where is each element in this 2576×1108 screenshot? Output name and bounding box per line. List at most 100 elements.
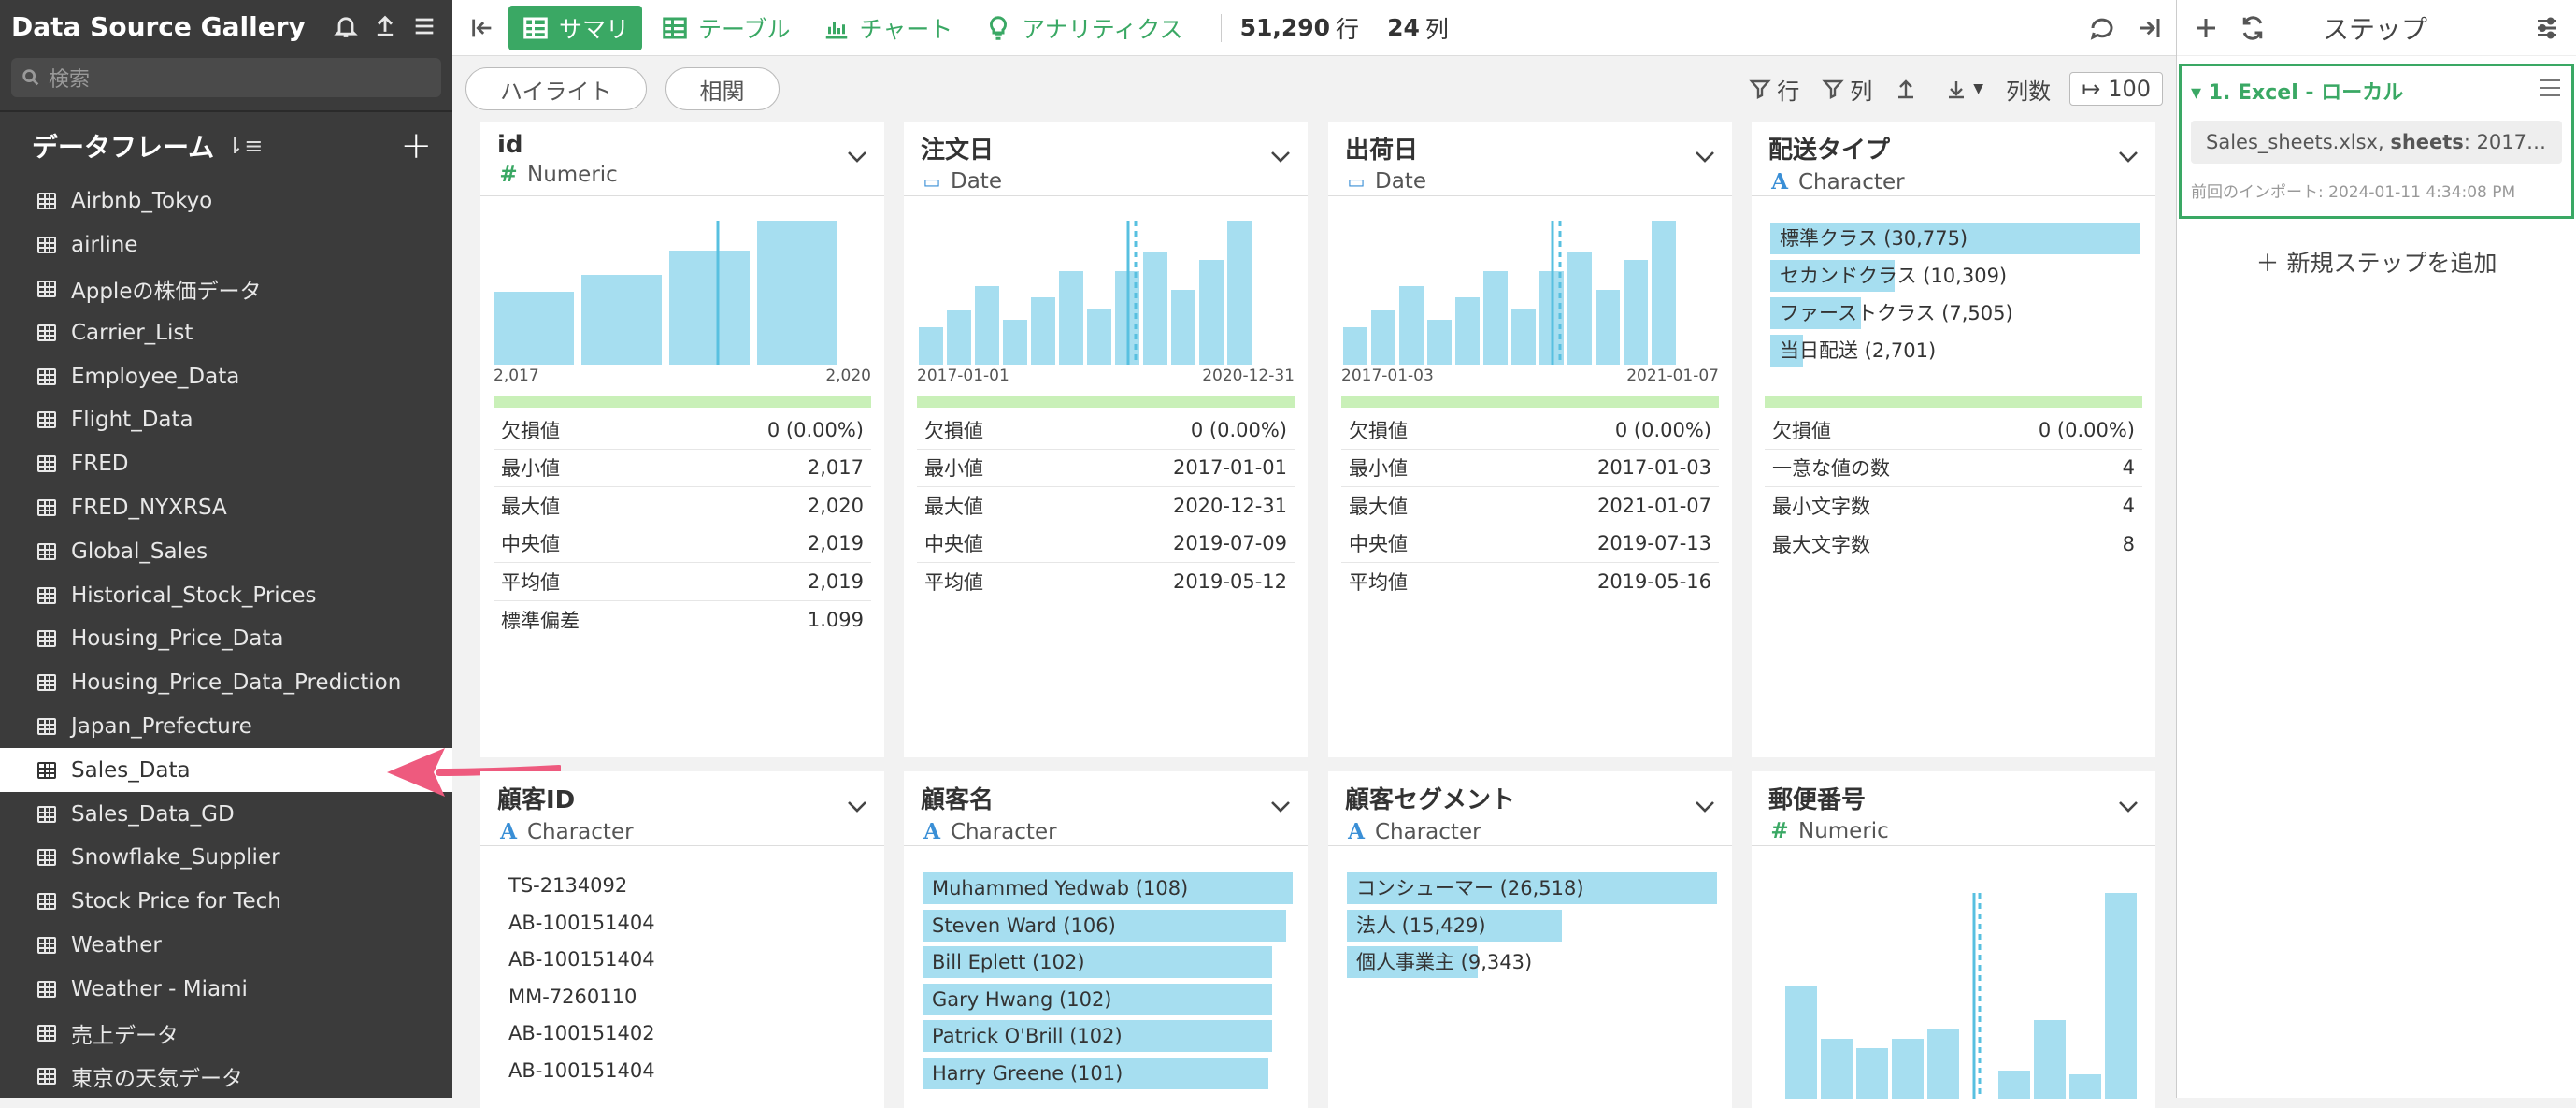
sidebar-item-dataframe[interactable]: Flight_Data: [0, 398, 452, 442]
sidebar-item-dataframe[interactable]: Stock Price for Tech: [0, 880, 452, 924]
sidebar-item-dataframe[interactable]: Historical_Stock_Prices: [0, 573, 452, 617]
category-row[interactable]: 標準クラス (30,775): [1770, 223, 2140, 254]
column-filter-button[interactable]: 列: [1822, 73, 1872, 106]
table-icon: [523, 17, 548, 38]
sidebar-item-dataframe[interactable]: Weather - Miami: [0, 967, 452, 1011]
comment-icon[interactable]: [2088, 14, 2116, 42]
category-row[interactable]: 個人事業主 (9,343): [1347, 946, 1717, 978]
category-row[interactable]: 法人 (15,429): [1347, 909, 1717, 942]
collapse-left-icon[interactable]: [465, 11, 499, 45]
sidebar-item-dataframe[interactable]: Snowflake_Supplier: [0, 836, 452, 880]
plus-icon: ＋: [2255, 250, 2287, 277]
category-row[interactable]: 当日配送 (2,701): [1770, 335, 2140, 367]
chevron-down-icon[interactable]: [1270, 799, 1291, 813]
chevron-down-icon[interactable]: [1695, 799, 1715, 813]
upload-icon[interactable]: [368, 9, 402, 43]
sidebar-item-dataframe[interactable]: Airbnb_Tokyo: [0, 180, 452, 223]
analytics-tab[interactable]: アナリティクス: [971, 6, 1195, 50]
category-label: Gary Hwang (102): [932, 987, 1112, 1011]
sidebar-item-label: 東京の天気データ: [71, 1067, 243, 1092]
stat-value: 2019-07-09: [1172, 532, 1287, 555]
lightbulb-icon: [990, 15, 1008, 40]
chevron-down-icon[interactable]: [1270, 150, 1291, 163]
chevron-down-icon[interactable]: [847, 150, 867, 163]
column-name: 注文日: [921, 137, 995, 165]
settings-sliders-icon[interactable]: [2533, 14, 2561, 42]
column-count: 24: [1387, 14, 1420, 41]
sort-icon[interactable]: ⇂≡: [225, 133, 263, 159]
subbar-controls: 行 列 ▼ 列数 ↦ 100: [1726, 72, 2163, 106]
sidebar-item-dataframe[interactable]: Housing_Price_Data_Prediction: [0, 661, 452, 705]
sidebar-search-input[interactable]: 検索: [11, 58, 441, 97]
histogram-bar: [1143, 252, 1167, 365]
row-filter-button[interactable]: 行: [1749, 73, 1799, 106]
sort-desc-button[interactable]: ▼: [1945, 78, 1983, 100]
sidebar-item-dataframe[interactable]: airline: [0, 223, 452, 267]
chevron-down-icon[interactable]: [1695, 150, 1715, 163]
table-icon: [37, 193, 56, 210]
category-row[interactable]: Bill Eplett (102): [923, 946, 1293, 978]
plus-icon[interactable]: [2192, 14, 2220, 42]
character-icon: A: [500, 819, 517, 844]
category-row[interactable]: Gary Hwang (102): [923, 983, 1293, 1015]
stat-row: 標準偏差 1.099: [494, 601, 871, 640]
sidebar-item-dataframe[interactable]: Employee_Data: [0, 354, 452, 398]
column-name: 顧客名: [921, 786, 995, 814]
stat-label: 欠損値: [501, 419, 560, 442]
bell-icon[interactable]: [329, 9, 363, 43]
category-label: Muhammed Yedwab (108): [932, 877, 1189, 899]
category-row[interactable]: Muhammed Yedwab (108): [923, 872, 1293, 904]
chevron-down-icon[interactable]: [847, 799, 867, 813]
card-header: id # Numeric: [480, 122, 884, 196]
sidebar-item-dataframe[interactable]: FRED: [0, 442, 452, 486]
sidebar-item-dataframe[interactable]: 売上データ: [0, 1011, 452, 1055]
collapse-right-icon[interactable]: [2135, 14, 2163, 42]
sidebar-item-dataframe[interactable]: Housing_Price_Data: [0, 617, 452, 661]
stat-row: 最小文字数 4: [1765, 487, 2142, 525]
sidebar-item-label: Snowflake_Supplier: [71, 845, 280, 871]
filter-icon: [1749, 79, 1771, 99]
category-row[interactable]: セカンドクラス (10,309): [1770, 260, 2140, 292]
sidebar-item-label: Global_Sales: [71, 539, 208, 564]
card-header: 注文日 ▭ Date: [904, 122, 1308, 196]
add-dataframe-button[interactable]: +: [400, 127, 432, 165]
sidebar-item-dataframe[interactable]: Weather: [0, 924, 452, 968]
table-icon: [37, 542, 56, 560]
chart-tab[interactable]: チャート: [809, 6, 966, 50]
sidebar-item-dataframe[interactable]: FRED_NYXRSA: [0, 486, 452, 530]
stat-row: 中央値 2,019: [494, 525, 871, 563]
grid-icon: [663, 17, 687, 38]
stat-row: 最小値 2017-01-03: [1341, 450, 1719, 487]
summary-tab[interactable]: サマリ: [508, 5, 643, 50]
sort-asc-button[interactable]: [1895, 78, 1923, 100]
value-item: TS-2134092: [508, 874, 628, 897]
category-row[interactable]: Harry Greene (101): [923, 1057, 1293, 1089]
add-step-button[interactable]: ＋ 新規ステップを追加: [2177, 245, 2576, 279]
chevron-down-icon[interactable]: [2118, 799, 2139, 813]
refresh-icon[interactable]: [2239, 14, 2267, 42]
category-row[interactable]: コンシューマー (26,518): [1347, 872, 1717, 904]
chevron-down-icon[interactable]: [2118, 150, 2139, 163]
column-card-customer-name: 顧客名 A Character Muhammed Yedwab (108) Stev…: [904, 771, 1308, 1108]
menu-icon[interactable]: [408, 9, 441, 43]
category-row[interactable]: Patrick O'Brill (102): [923, 1020, 1293, 1052]
table-icon: [37, 674, 56, 692]
step-menu-icon[interactable]: [2540, 79, 2560, 96]
sidebar-item-dataframe[interactable]: 東京の天気データ: [0, 1055, 452, 1099]
step-card[interactable]: ▾ 1. Excel - ローカル Sales_sheets.xlsx, she…: [2179, 64, 2574, 219]
category-row[interactable]: ファーストクラス (7,505): [1770, 297, 2140, 329]
column-type: ▭ Date: [921, 169, 1295, 194]
table-tab[interactable]: テーブル: [648, 6, 804, 50]
sidebar-item-dataframe[interactable]: Appleの株価データ: [0, 267, 452, 311]
sidebar-item-label: Sales_Data: [71, 757, 191, 783]
sidebar-item-label: airline: [71, 233, 138, 258]
sidebar-item-dataframe[interactable]: Carrier_List: [0, 310, 452, 354]
sidebar-item-dataframe[interactable]: Japan_Prefecture: [0, 705, 452, 749]
sidebar-item-label: Weather: [71, 932, 162, 957]
sidebar-item-dataframe[interactable]: Global_Sales: [0, 529, 452, 573]
column-count-input[interactable]: ↦ 100: [2069, 72, 2163, 106]
category-row[interactable]: Steven Ward (106): [923, 909, 1293, 942]
highlight-button[interactable]: ハイライト: [465, 67, 647, 110]
correlation-button[interactable]: 相関: [665, 67, 780, 110]
axis-min: 2017-01-01: [917, 367, 1009, 385]
